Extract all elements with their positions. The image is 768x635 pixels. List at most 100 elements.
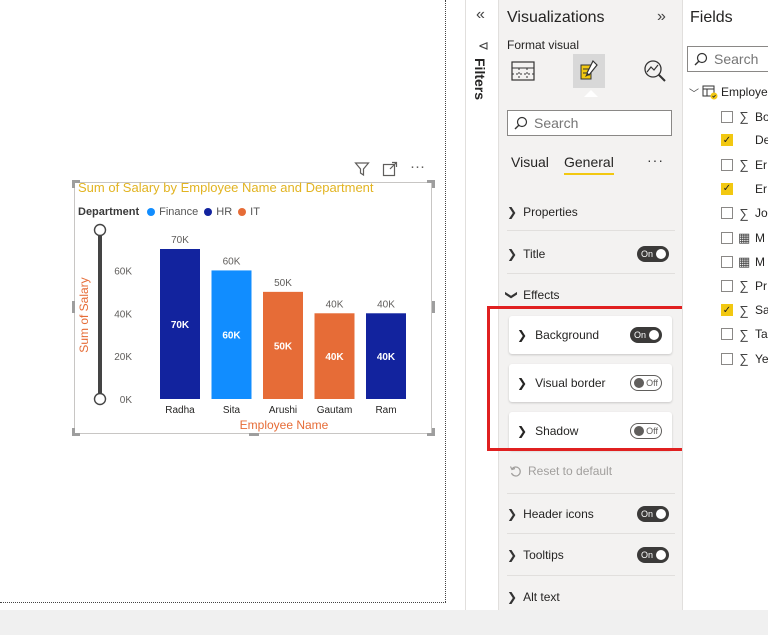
field-checkbox[interactable]: ✓: [721, 182, 733, 195]
calculator-icon: ▦: [738, 230, 751, 245]
build-visual-button[interactable]: [507, 54, 539, 88]
table-icon: [702, 85, 718, 100]
field-checkbox[interactable]: [721, 158, 733, 171]
title-toggle[interactable]: On: [637, 246, 669, 262]
x-tick-label: Gautam: [317, 405, 353, 416]
field-checkbox[interactable]: ✓: [721, 304, 733, 317]
reset-label: Reset to default: [528, 464, 613, 478]
fields-search-box[interactable]: [687, 46, 768, 72]
field-row[interactable]: ▦ M: [721, 230, 765, 246]
toggle-knob: [656, 509, 666, 519]
chevron-down-icon[interactable]: ﹀: [689, 85, 699, 100]
analytics-magnifier-icon: [644, 60, 666, 82]
more-options-icon[interactable]: ···: [647, 152, 664, 168]
format-visual-button[interactable]: [573, 54, 605, 88]
sigma-icon: ∑: [739, 109, 749, 124]
tab-visual[interactable]: Visual: [511, 154, 549, 170]
section-alt-text[interactable]: ❯ Alt text: [507, 582, 675, 612]
search-icon: [514, 116, 528, 130]
filters-pane-label[interactable]: Filters: [472, 58, 488, 100]
section-properties[interactable]: ❯ Properties: [507, 197, 675, 227]
toggle-knob: [656, 550, 666, 560]
x-tick-label: Radha: [165, 405, 195, 416]
sigma-icon: ∑: [739, 157, 749, 173]
chevron-down-icon: ❯: [505, 289, 520, 301]
table-employee[interactable]: ﹀ Employe: [689, 84, 768, 100]
divider: [507, 493, 675, 494]
format-search-box[interactable]: [507, 110, 672, 136]
tab-general[interactable]: General: [564, 154, 614, 175]
field-row[interactable]: ✓ ∑ Sa: [721, 303, 768, 318]
data-label-inside: 40K: [325, 352, 344, 363]
sigma-icon: ∑: [739, 326, 749, 342]
chevron-right-icon: ❯: [507, 548, 518, 562]
format-search-input[interactable]: [534, 115, 654, 131]
more-options-icon[interactable]: ···: [410, 158, 425, 176]
resize-handle-tl-v[interactable]: [72, 180, 75, 188]
field-row[interactable]: ∑ Pr: [721, 278, 767, 293]
field-checkbox[interactable]: [721, 110, 733, 123]
fields-search-input[interactable]: [714, 51, 768, 67]
section-header-icons[interactable]: ❯ Header icons On: [507, 499, 675, 529]
field-row[interactable]: ∑ Ta: [721, 327, 768, 342]
resize-handle-br-v[interactable]: [432, 428, 435, 436]
legend-marker-finance: [147, 208, 156, 216]
field-row[interactable]: ▦ M: [721, 254, 765, 270]
visualizations-pane: Visualizations » Format visual Search Vi…: [499, 0, 682, 610]
field-checkbox[interactable]: [721, 256, 733, 269]
chevron-right-icon: ❯: [507, 205, 518, 219]
analytics-button[interactable]: [639, 54, 671, 88]
legend-label-finance[interactable]: Finance: [159, 206, 198, 218]
x-tick-label: Sita: [223, 405, 241, 416]
data-label-inside: 50K: [274, 341, 293, 352]
page-boundary-horizontal: [0, 602, 446, 603]
filters-pane-collapsed[interactable]: « ⊲ Filters: [465, 0, 499, 610]
zoom-slider-handle-bottom[interactable]: [93, 392, 107, 406]
status-bar: [0, 610, 768, 635]
x-tick-label: Arushi: [269, 405, 297, 416]
y-axis-title: Sum of Salary: [77, 277, 91, 352]
resize-handle-tr-v[interactable]: [432, 180, 435, 188]
legend-label-it[interactable]: IT: [250, 206, 260, 218]
field-checkbox[interactable]: [721, 207, 733, 220]
header-icons-toggle[interactable]: On: [637, 506, 669, 522]
y-tick-label: 40K: [114, 309, 132, 320]
chart-plot-area[interactable]: Sum of Salary 0K 20K 40K 60K 70K 70K Radha 60K 60…: [74, 222, 432, 434]
sigma-icon: ∑: [739, 302, 749, 318]
field-name: Ye: [755, 351, 768, 366]
data-label-outside: 50K: [274, 278, 292, 289]
data-label-outside: 40K: [326, 299, 344, 310]
section-title[interactable]: ❯ Title On: [507, 239, 675, 269]
field-checkbox[interactable]: ✓: [721, 134, 733, 147]
chevron-right-icon: ❯: [507, 507, 518, 521]
format-visual-label: Format visual: [507, 38, 580, 52]
field-checkbox[interactable]: [721, 279, 733, 292]
field-name: M: [755, 231, 765, 245]
field-row[interactable]: ∑ Jo: [721, 206, 768, 221]
zoom-slider-handle-top[interactable]: [93, 223, 107, 237]
expand-pane-icon[interactable]: »: [657, 8, 666, 26]
field-row[interactable]: ∑ Bo: [721, 109, 768, 124]
reset-to-default-button[interactable]: Reset to default: [509, 464, 612, 478]
section-tooltips[interactable]: ❯ Tooltips On: [507, 540, 675, 570]
field-row[interactable]: ∑ Ye: [721, 351, 768, 366]
data-label-inside: 60K: [222, 331, 241, 342]
field-name: Jo: [755, 206, 768, 221]
field-name: Sa: [755, 303, 768, 318]
field-row[interactable]: ✓ Er: [721, 182, 767, 196]
tooltips-toggle[interactable]: On: [637, 547, 669, 563]
field-checkbox[interactable]: [721, 232, 733, 244]
legend-label-hr[interactable]: HR: [216, 206, 232, 218]
sigma-icon: ∑: [739, 205, 749, 221]
focus-mode-icon[interactable]: [382, 161, 398, 177]
field-row[interactable]: ∑ Er: [721, 157, 767, 172]
collapse-filters-icon[interactable]: «: [476, 6, 485, 24]
field-checkbox[interactable]: [721, 352, 733, 365]
funnel-icon[interactable]: [354, 161, 370, 177]
filter-pane-icon: ⊲: [478, 38, 489, 53]
field-row[interactable]: ✓ De: [721, 133, 768, 147]
field-name: Er: [755, 157, 767, 172]
sigma-icon: ∑: [739, 278, 749, 294]
resize-handle-right[interactable]: [432, 301, 435, 313]
field-checkbox[interactable]: [721, 328, 733, 341]
